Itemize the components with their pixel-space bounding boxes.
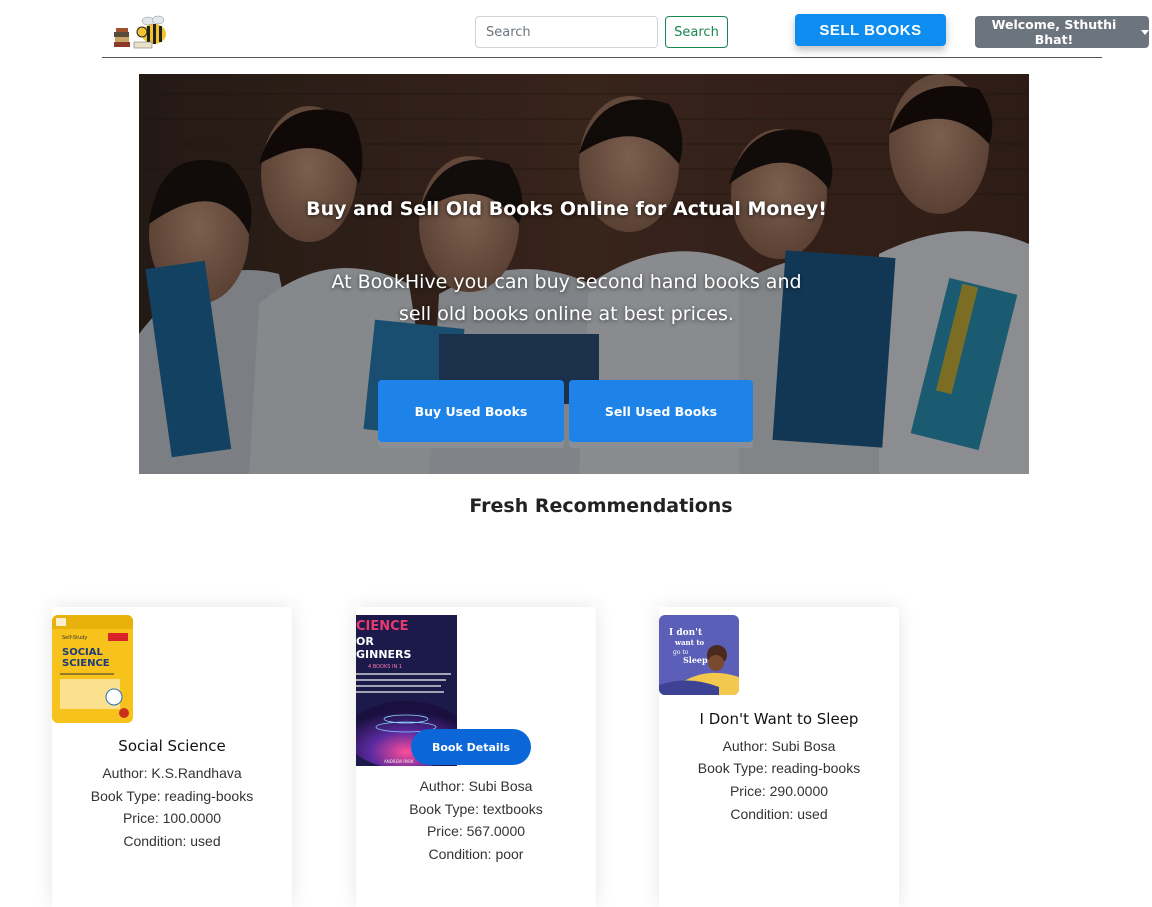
user-menu-dropdown[interactable]: Welcome, Sthuthi Bhat! (975, 16, 1149, 48)
book-card[interactable]: CIENCE OR GINNERS 4 BOOKS IN 1 ANDREW PA… (356, 607, 596, 907)
cover-label-for: OR (356, 635, 374, 648)
sell-used-books-button[interactable]: Sell Used Books (569, 380, 753, 442)
sell-books-button[interactable]: SELL BOOKS (795, 14, 946, 46)
search-input[interactable] (475, 16, 658, 48)
book-author: Author: Subi Bosa (419, 778, 533, 794)
book-type: Book Type: reading-books (90, 788, 254, 804)
section-title-recommendations: Fresh Recommendations (469, 495, 733, 517)
buy-used-books-button[interactable]: Buy Used Books (378, 380, 564, 442)
cover-label-science: CIENCE (356, 619, 409, 634)
book-author: Author: Subi Bosa (722, 738, 836, 754)
navbar: Search SELL BOOKS Welcome, Sthuthi Bhat! (0, 0, 1152, 60)
welcome-label: Welcome, Sthuthi Bhat! (991, 17, 1117, 47)
book-price: Price: 100.0000 (122, 810, 222, 826)
hero-title: Buy and Sell Old Books Online for Actual… (306, 198, 827, 220)
book-cover-i-dont-want-to-sleep[interactable]: I don't want to go to Sleep! (659, 615, 739, 695)
book-type: Book Type: reading-books (697, 760, 861, 776)
chevron-down-icon (1141, 29, 1149, 35)
cover-label-self-study: Self-Study (62, 635, 87, 641)
book-cover-social-science[interactable]: Self-Study SOCIAL SCIENCE (52, 615, 133, 723)
book-title[interactable]: Social Science (52, 737, 292, 755)
book-condition: Condition: used (730, 806, 828, 822)
book-condition: Condition: used (123, 833, 221, 849)
cover-label-books-in-one: 4 BOOKS IN 1 (368, 664, 402, 670)
hero-subtitle: At BookHive you can buy second hand book… (331, 271, 802, 325)
cover-label-beginners: GINNERS (356, 648, 412, 661)
book-price: Price: 567.0000 (426, 823, 526, 839)
hero-banner: Buy and Sell Old Books Online for Actual… (139, 74, 1029, 474)
navbar-divider (102, 57, 1102, 58)
book-card[interactable]: I don't want to go to Sleep! I Don't Wan… (659, 607, 899, 907)
book-type: Book Type: textbooks (409, 801, 543, 817)
cover-label-i-dont: I don't (669, 628, 703, 638)
book-title[interactable]: I Don't Want to Sleep (659, 710, 899, 728)
book-price: Price: 290.0000 (729, 783, 829, 799)
book-condition: Condition: poor (428, 846, 524, 862)
book-details-button[interactable]: Book Details (411, 729, 531, 765)
cover-label-author: ANDREW PARK (384, 759, 414, 764)
cover-label-sleep: Sleep! (683, 655, 711, 665)
book-card[interactable]: Self-Study SOCIAL SCIENCE Social Science… (52, 607, 292, 907)
bookhive-logo[interactable] (112, 12, 172, 52)
search-button[interactable]: Search (665, 16, 728, 48)
cover-label-science: SCIENCE (62, 658, 110, 669)
book-author: Author: K.S.Randhava (102, 765, 242, 781)
cover-label-social: SOCIAL (62, 647, 104, 658)
cover-label-want-to: want to (674, 638, 705, 647)
